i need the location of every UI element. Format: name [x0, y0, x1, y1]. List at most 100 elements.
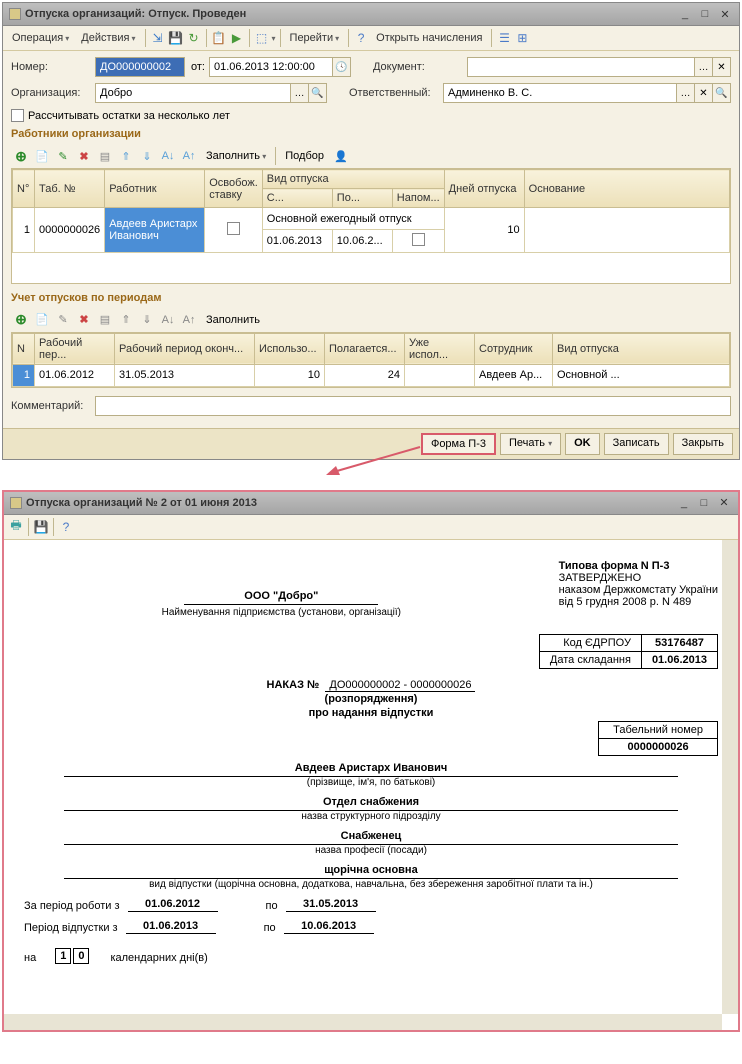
doc-form-name: Типова форма N П-3: [559, 560, 718, 572]
col2-vtype[interactable]: Вид отпуска: [553, 333, 730, 364]
help-icon[interactable]: ?: [353, 30, 369, 46]
copy-icon[interactable]: 📋: [211, 30, 227, 46]
close-button-footer[interactable]: Закрыть: [673, 433, 733, 455]
col-to[interactable]: По...: [332, 189, 392, 208]
col2-used[interactable]: Использо...: [255, 333, 325, 364]
ok-button[interactable]: OK: [565, 433, 600, 455]
date-input[interactable]: [209, 57, 333, 77]
col-basis[interactable]: Основание: [524, 170, 729, 208]
col2-emp[interactable]: Сотрудник: [475, 333, 553, 364]
save-file-icon[interactable]: 💾: [33, 519, 49, 535]
col2-due[interactable]: Полагается...: [325, 333, 405, 364]
list-icon[interactable]: ☰: [496, 30, 512, 46]
org-search-icon[interactable]: 🔍: [309, 83, 327, 103]
close-button[interactable]: ✕: [717, 7, 733, 21]
comment-input[interactable]: [95, 396, 731, 416]
fill-button[interactable]: Заполнить ▾: [200, 148, 272, 164]
add-row-button-2[interactable]: ⊕: [11, 310, 31, 330]
responsible-select-button[interactable]: …: [677, 83, 695, 103]
move-up-button[interactable]: ▤: [95, 146, 115, 166]
move-up-button-2[interactable]: ▤: [95, 310, 115, 330]
delete-row-button[interactable]: ✖: [74, 146, 94, 166]
add-row-button[interactable]: ⊕: [11, 146, 31, 166]
horizontal-scrollbar[interactable]: [4, 1014, 722, 1030]
refresh-icon[interactable]: ↻: [186, 30, 202, 46]
work-from: 01.06.2012: [128, 898, 218, 912]
move-down-button-2[interactable]: ⇓: [137, 310, 157, 330]
move-top-button[interactable]: ⇑: [116, 146, 136, 166]
multi-year-label: Рассчитывать остатки за несколько лет: [28, 110, 230, 122]
add-copy-button-2[interactable]: 📄: [32, 310, 52, 330]
org-select-button[interactable]: …: [291, 83, 309, 103]
col2-wp[interactable]: Рабочий пер...: [35, 333, 115, 364]
maximize-button[interactable]: □: [697, 7, 713, 21]
col-days[interactable]: Дней отпуска: [444, 170, 524, 208]
col-free[interactable]: Освобож. ставку: [205, 170, 263, 208]
delete-row-button-2[interactable]: ✖: [74, 310, 94, 330]
actions-menu[interactable]: Действия▾: [76, 30, 140, 46]
responsible-input[interactable]: [443, 83, 677, 103]
multi-year-checkbox[interactable]: [11, 109, 24, 122]
help-icon-2[interactable]: ?: [58, 519, 74, 535]
save-icon[interactable]: 💾: [168, 30, 184, 46]
structure-icon[interactable]: ⬚: [254, 30, 270, 46]
responsible-clear-button[interactable]: ✕: [695, 83, 713, 103]
fill-button-2[interactable]: Заполнить: [200, 312, 266, 328]
add-copy-button[interactable]: 📄: [32, 146, 52, 166]
sort-asc-button-2[interactable]: A↓: [158, 310, 178, 330]
document-clear-button[interactable]: ✕: [713, 57, 731, 77]
date-picker-icon[interactable]: 🕓: [333, 57, 351, 77]
free-checkbox[interactable]: [227, 222, 240, 235]
post-and-close-icon[interactable]: ⇲: [150, 30, 166, 46]
col-vtype[interactable]: Вид отпуска: [262, 170, 444, 189]
col2-wpe[interactable]: Рабочий период оконч...: [115, 333, 255, 364]
col2-already[interactable]: Уже испол...: [405, 333, 475, 364]
move-down-button[interactable]: ⇓: [137, 146, 157, 166]
responsible-label: Ответственный:: [349, 87, 439, 99]
post-icon[interactable]: ▶: [229, 30, 245, 46]
vertical-scrollbar[interactable]: [722, 540, 738, 1014]
minimize-button-2[interactable]: _: [676, 496, 692, 510]
table-row[interactable]: 1 0000000026 Авдеев Аристарх Иванович Ос…: [13, 208, 730, 230]
col-remind[interactable]: Напом...: [392, 189, 444, 208]
document-select-button[interactable]: …: [695, 57, 713, 77]
vac-period-label: Період відпустки з: [24, 922, 118, 934]
col-worker[interactable]: Работник: [105, 170, 205, 208]
work-period-label: За період роботи з: [24, 900, 120, 912]
col-from[interactable]: С...: [262, 189, 332, 208]
col-tabnum[interactable]: Таб. №: [35, 170, 105, 208]
goto-menu[interactable]: Перейти▾: [285, 30, 345, 46]
close-button-2[interactable]: ✕: [716, 496, 732, 510]
section-periods-title: Учет отпусков по периодам: [11, 292, 731, 304]
sort-desc-button-2[interactable]: A↑: [179, 310, 199, 330]
doc-job: Снабженец: [64, 830, 678, 845]
doc-dept-sub: назва структурного підрозділу: [24, 811, 718, 822]
maximize-button-2[interactable]: □: [696, 496, 712, 510]
edit-row-button-2[interactable]: ✎: [53, 310, 73, 330]
print-icon[interactable]: 🖶: [8, 519, 24, 535]
move-top-button-2[interactable]: ⇑: [116, 310, 136, 330]
col2-n[interactable]: N: [13, 333, 35, 364]
save-button[interactable]: Записать: [604, 433, 669, 455]
org-input[interactable]: [95, 83, 291, 103]
workers-table: N° Таб. № Работник Освобож. ставку Вид о…: [12, 169, 730, 283]
selection-button[interactable]: Подбор: [279, 148, 330, 164]
operation-menu[interactable]: Операция▾: [7, 30, 74, 46]
user-icon[interactable]: 👤: [331, 146, 351, 166]
responsible-search-icon[interactable]: 🔍: [713, 83, 731, 103]
sort-asc-button[interactable]: A↓: [158, 146, 178, 166]
table-row[interactable]: 1 01.06.2012 31.05.2013 10 24 Авдеев Ар.…: [13, 364, 730, 386]
number-label: Номер:: [11, 61, 91, 73]
remind-checkbox[interactable]: [412, 233, 425, 246]
tree-icon[interactable]: ⊞: [514, 30, 530, 46]
number-input[interactable]: [95, 57, 185, 77]
edit-row-button[interactable]: ✎: [53, 146, 73, 166]
col-n[interactable]: N°: [13, 170, 35, 208]
minimize-button[interactable]: _: [677, 7, 693, 21]
doc-order-sub2: про надання відпустки: [24, 707, 718, 719]
sort-desc-button[interactable]: A↑: [179, 146, 199, 166]
open-calculations-button[interactable]: Открыть начисления: [371, 30, 487, 46]
print-button[interactable]: Печать ▾: [500, 433, 561, 455]
comment-label: Комментарий:: [11, 400, 91, 412]
document-input[interactable]: [467, 57, 695, 77]
